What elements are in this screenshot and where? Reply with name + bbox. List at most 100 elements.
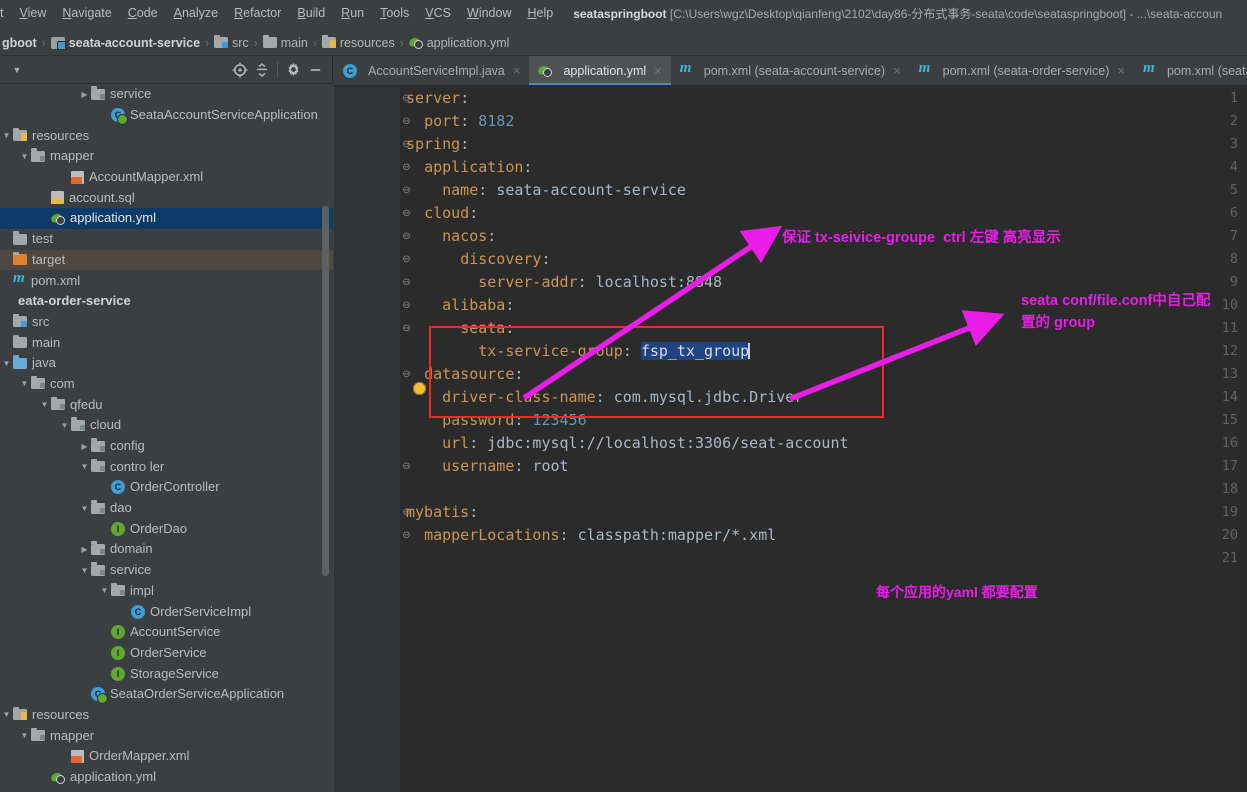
menu-item-analyze[interactable]: Analyze [166, 0, 226, 26]
tree-item-main[interactable]: main [0, 332, 333, 353]
tree-item-mapper[interactable]: ▼ mapper [0, 725, 333, 746]
code-line[interactable]: url: jdbc:mysql://localhost:3306/seat-ac… [406, 432, 848, 455]
chevron-down-icon[interactable]: ▼ [0, 131, 13, 140]
project-file-tree[interactable]: ▶ service C SeataAccountServiceApplication ▼… [0, 84, 333, 792]
tree-item-accountservice[interactable]: I AccountService [0, 622, 333, 643]
code-line[interactable]: port: 8182 [406, 110, 514, 133]
tree-item-account-sql[interactable]: account.sql [0, 187, 333, 208]
menu-item-view[interactable]: View [11, 0, 54, 26]
breadcrumb[interactable]: gboot › seata-account-service › src › main › res… [0, 30, 1247, 56]
tree-item-qfedu[interactable]: ▼ qfedu [0, 394, 333, 415]
editor-tab-bar[interactable]: C AccountServiceImpl.java × application.yml… [334, 56, 1247, 86]
code-line[interactable]: application: [406, 156, 532, 179]
editor-tab-pom-xml-seata-account-service-[interactable]: pom.xml (seata-account-service) × [671, 56, 910, 85]
selected-text[interactable]: fsp_tx_group [640, 342, 750, 360]
close-icon[interactable]: × [654, 63, 662, 78]
chevron-down-icon[interactable]: ▼ [38, 400, 51, 409]
breadcrumb-item-src[interactable]: src [214, 34, 249, 50]
tree-item-domain[interactable]: ▶ domain [0, 539, 333, 560]
code-line[interactable]: cloud: [406, 202, 478, 225]
chevron-right-icon[interactable]: ▶ [78, 90, 91, 99]
menu-item-tools[interactable]: Tools [372, 0, 417, 26]
tree-item-ordermapper-xml[interactable]: OrderMapper.xml [0, 746, 333, 767]
tree-item-ordercontroller[interactable]: C OrderController [0, 477, 333, 498]
chevron-down-icon[interactable]: ▼ [0, 710, 13, 719]
menu-item-build[interactable]: Build [289, 0, 333, 26]
tree-item-seataorderserviceapplication[interactable]: C SeataOrderServiceApplication [0, 684, 333, 705]
chevron-down-icon[interactable]: ▼ [78, 504, 91, 513]
tree-item-cloud[interactable]: ▼ cloud [0, 415, 333, 436]
breadcrumb-item-gboot[interactable]: gboot [2, 36, 37, 50]
code-line[interactable]: alibaba: [406, 294, 514, 317]
code-line[interactable]: name: seata-account-service [406, 179, 686, 202]
chevron-right-icon[interactable]: ▶ [78, 545, 91, 554]
tree-item-storageservice[interactable]: I StorageService [0, 663, 333, 684]
chevron-down-icon[interactable]: ▼ [18, 731, 31, 740]
menu-item-window[interactable]: Window [459, 0, 519, 26]
chevron-down-icon[interactable]: ▼ [18, 152, 31, 161]
locate-target-icon[interactable] [229, 59, 251, 81]
editor-tab-pom-xml-seata-order-service-[interactable]: pom.xml (seata-order-service) × [910, 56, 1134, 85]
tree-item-application-yml[interactable]: application.yml [0, 208, 333, 229]
tree-item-impl[interactable]: ▼ impl [0, 581, 333, 602]
code-line[interactable]: server-addr: localhost:8848 [406, 271, 722, 294]
editor-tab-accountserviceimpl-java[interactable]: C AccountServiceImpl.java × [334, 56, 529, 85]
chevron-down-icon[interactable]: ▼ [98, 586, 111, 595]
code-line[interactable]: server: [406, 87, 469, 110]
breadcrumb-item-seata-account-service[interactable]: seata-account-service [50, 36, 200, 50]
gear-icon[interactable] [282, 59, 304, 81]
code-line[interactable]: mybatis: [406, 501, 478, 524]
menu-item-run[interactable]: Run [333, 0, 372, 26]
code-line[interactable]: password: 123456 [406, 409, 587, 432]
menu-item-help[interactable]: Help [519, 0, 561, 26]
code-line[interactable]: discovery: [406, 248, 550, 271]
tree-item-orderdao[interactable]: I OrderDao [0, 518, 333, 539]
tree-item-mapper[interactable]: ▼ mapper [0, 146, 333, 167]
breadcrumb-item-resources[interactable]: resources [321, 34, 395, 50]
tree-item-eata-order-service[interactable]: eata-order-service [0, 291, 333, 312]
tree-item-orderserviceimpl[interactable]: C OrderServiceImpl [0, 601, 333, 622]
editor-gutter[interactable] [334, 86, 400, 792]
project-view-dropdown-icon[interactable]: ▼ [6, 59, 28, 81]
tree-item-java[interactable]: ▼ java [0, 353, 333, 374]
collapse-all-icon[interactable] [251, 59, 273, 81]
close-icon[interactable]: × [893, 63, 901, 78]
code-editor[interactable]: 1 2 3 4 5 6 7 8 9 10 11 12 13 14 15 16 17 18 19 20 21 ⊖ ⊖ ⊖ ⊖ ⊖ ⊖… [334, 86, 1247, 792]
tree-item-pom-xml[interactable]: pom.xml [0, 270, 333, 291]
tree-item-com[interactable]: ▼ com [0, 374, 333, 395]
tree-item-service[interactable]: ▼ service [0, 560, 333, 581]
chevron-right-icon[interactable]: ▶ [78, 442, 91, 451]
chevron-down-icon[interactable]: ▼ [0, 359, 13, 368]
menu-item-vcs[interactable]: VCS [417, 0, 459, 26]
code-line[interactable]: mapperLocations: classpath:mapper/*.xml [406, 524, 776, 547]
breadcrumb-item-application-yml[interactable]: application.yml [409, 36, 509, 50]
minimize-icon[interactable] [304, 59, 326, 81]
tree-item-contro-ler[interactable]: ▼ contro ler [0, 456, 333, 477]
project-tree-scrollbar[interactable] [322, 206, 329, 576]
chevron-down-icon[interactable]: ▼ [58, 421, 71, 430]
tree-item-target[interactable]: target [0, 249, 333, 271]
tree-item-application-yml[interactable]: application.yml [0, 767, 333, 788]
chevron-down-icon[interactable]: ▼ [78, 566, 91, 575]
code-line[interactable]: seata: [406, 317, 514, 340]
tree-item-seataaccountserviceapplication[interactable]: C SeataAccountServiceApplication [0, 105, 333, 126]
close-icon[interactable]: × [513, 63, 521, 78]
tree-item-resources[interactable]: ▼ resources [0, 125, 333, 146]
menu-item-refactor[interactable]: Refactor [226, 0, 289, 26]
code-line[interactable]: tx-service-group: fsp_tx_group [406, 340, 750, 363]
editor-tab-application-yml[interactable]: application.yml × [529, 56, 672, 85]
tree-item-resources[interactable]: ▼ resources [0, 705, 333, 726]
code-line[interactable]: spring: [406, 133, 469, 156]
code-line[interactable]: username: root [406, 455, 568, 478]
code-content[interactable]: server: port: 8182 spring: application: n… [400, 86, 1247, 792]
code-line[interactable]: driver-class-name: com.mysql.jdbc.Driver [406, 386, 803, 409]
editor-tab-pom-xml-seata-[interactable]: pom.xml (seata- [1134, 56, 1247, 85]
close-icon[interactable]: × [1117, 63, 1125, 78]
code-line[interactable]: nacos: [406, 225, 496, 248]
intention-bulb-icon[interactable] [413, 382, 426, 395]
chevron-down-icon[interactable]: ▼ [78, 462, 91, 471]
tree-item-service[interactable]: ▶ service [0, 84, 333, 105]
menu-item-t[interactable]: t [0, 0, 11, 26]
menu-item-code[interactable]: Code [120, 0, 166, 26]
tree-item-accountmapper-xml[interactable]: AccountMapper.xml [0, 167, 333, 188]
